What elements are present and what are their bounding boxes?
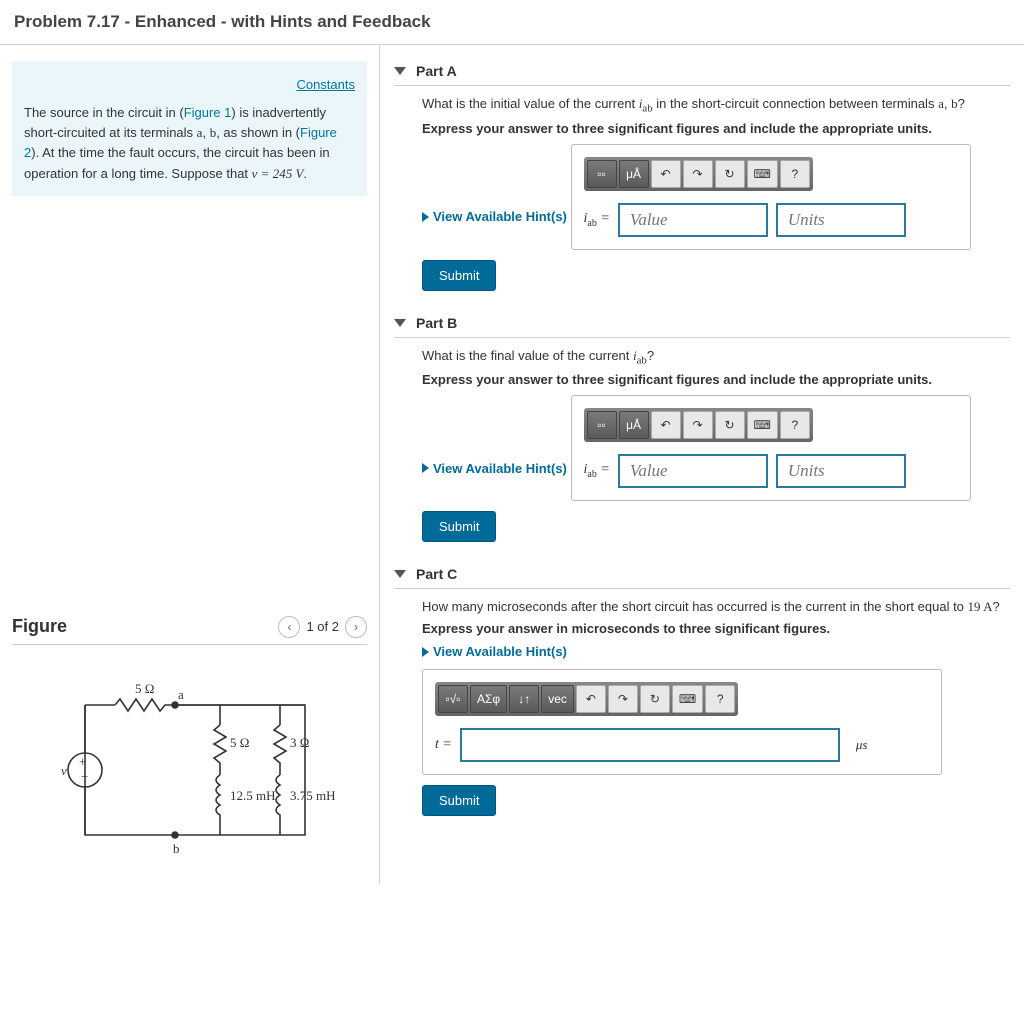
part-c: Part C How many microseconds after the s… bbox=[394, 560, 1010, 816]
part-b-toolbar: ▫▫ μÅ ↶ ↷ ↻ ⌨ ? bbox=[584, 408, 813, 442]
part-b: Part B What is the final value of the cu… bbox=[394, 309, 1010, 543]
part-b-hints-link[interactable]: View Available Hint(s) bbox=[422, 461, 567, 476]
caret-right-icon bbox=[422, 212, 429, 222]
part-c-value-input[interactable] bbox=[460, 728, 840, 762]
next-figure-btn[interactable]: › bbox=[345, 616, 367, 638]
part-a-instruction: Express your answer to three significant… bbox=[422, 121, 1010, 136]
svg-text:5 Ω: 5 Ω bbox=[230, 735, 249, 750]
svg-text:12.5 mH: 12.5 mH bbox=[230, 788, 276, 803]
undo-icon[interactable]: ↶ bbox=[576, 685, 606, 713]
reset-icon[interactable]: ↻ bbox=[715, 411, 745, 439]
undo-icon[interactable]: ↶ bbox=[651, 160, 681, 188]
problem-text: The source in the circuit in (Figure 1) … bbox=[24, 105, 337, 180]
part-b-units-input[interactable] bbox=[776, 454, 906, 488]
templates-icon[interactable]: ▫√▫ bbox=[438, 685, 468, 713]
svg-text:a: a bbox=[178, 687, 184, 702]
part-c-instruction: Express your answer in microseconds to t… bbox=[422, 621, 1010, 636]
part-a-hints-link[interactable]: View Available Hint(s) bbox=[422, 209, 567, 224]
part-a: Part A What is the initial value of the … bbox=[394, 57, 1010, 291]
prev-figure-btn[interactable]: ‹ bbox=[278, 616, 300, 638]
right-column: Part A What is the initial value of the … bbox=[380, 45, 1024, 884]
part-a-toolbar: ▫▫ μÅ ↶ ↷ ↻ ⌨ ? bbox=[584, 157, 813, 191]
svg-text:v: v bbox=[61, 763, 67, 778]
templates-icon[interactable]: ▫▫ bbox=[587, 411, 617, 439]
part-b-submit-button[interactable]: Submit bbox=[422, 511, 496, 542]
subscript-btn[interactable]: ↓↑ bbox=[509, 685, 539, 713]
part-c-answer-box: ▫√▫ ΑΣφ ↓↑ vec ↶ ↷ ↻ ⌨ ? t = μs bbox=[422, 669, 942, 775]
part-a-header[interactable]: Part A bbox=[394, 57, 1010, 86]
caret-down-icon bbox=[394, 67, 406, 75]
pager-label: 1 of 2 bbox=[306, 619, 339, 634]
templates-icon[interactable]: ▫▫ bbox=[587, 160, 617, 188]
part-c-hints-link[interactable]: View Available Hint(s) bbox=[422, 644, 567, 659]
svg-text:−: − bbox=[81, 769, 88, 784]
units-btn[interactable]: μÅ bbox=[619, 411, 649, 439]
part-c-submit-button[interactable]: Submit bbox=[422, 785, 496, 816]
part-c-toolbar: ▫√▫ ΑΣφ ↓↑ vec ↶ ↷ ↻ ⌨ ? bbox=[435, 682, 738, 716]
svg-text:5 Ω: 5 Ω bbox=[135, 681, 154, 696]
reset-icon[interactable]: ↻ bbox=[715, 160, 745, 188]
part-c-unit-suffix: μs bbox=[856, 737, 868, 753]
figure1-link[interactable]: Figure 1 bbox=[184, 105, 232, 120]
part-a-value-input[interactable] bbox=[618, 203, 768, 237]
main-container: Constants The source in the circuit in (… bbox=[0, 45, 1024, 884]
svg-text:3 Ω: 3 Ω bbox=[290, 735, 309, 750]
circuit-figure: 5 Ω a 5 Ω 3 Ω 12.5 mH 3.75 mH v + − b bbox=[12, 675, 367, 868]
redo-icon[interactable]: ↷ bbox=[683, 411, 713, 439]
part-c-label: Part C bbox=[416, 566, 457, 582]
figure-title: Figure bbox=[12, 616, 67, 637]
part-b-answer-box: ▫▫ μÅ ↶ ↷ ↻ ⌨ ? iab = bbox=[571, 395, 971, 501]
part-b-value-input[interactable] bbox=[618, 454, 768, 488]
left-column: Constants The source in the circuit in (… bbox=[0, 45, 380, 884]
keyboard-icon[interactable]: ⌨ bbox=[672, 685, 703, 713]
caret-right-icon bbox=[422, 463, 429, 473]
part-a-units-input[interactable] bbox=[776, 203, 906, 237]
help-icon[interactable]: ? bbox=[780, 160, 810, 188]
keyboard-icon[interactable]: ⌨ bbox=[747, 411, 778, 439]
undo-icon[interactable]: ↶ bbox=[651, 411, 681, 439]
svg-text:b: b bbox=[173, 841, 180, 856]
problem-statement-box: Constants The source in the circuit in (… bbox=[12, 61, 367, 196]
greek-btn[interactable]: ΑΣφ bbox=[470, 685, 507, 713]
caret-down-icon bbox=[394, 319, 406, 327]
part-a-answer-box: ▫▫ μÅ ↶ ↷ ↻ ⌨ ? iab = bbox=[571, 144, 971, 250]
part-c-var-label: t = bbox=[435, 737, 452, 753]
constants-link[interactable]: Constants bbox=[24, 75, 355, 95]
caret-down-icon bbox=[394, 570, 406, 578]
units-btn[interactable]: μÅ bbox=[619, 160, 649, 188]
figure-header: Figure ‹ 1 of 2 › bbox=[12, 616, 367, 645]
help-icon[interactable]: ? bbox=[780, 411, 810, 439]
keyboard-icon[interactable]: ⌨ bbox=[747, 160, 778, 188]
svg-text:3.75 mH: 3.75 mH bbox=[290, 788, 335, 803]
svg-text:+: + bbox=[79, 754, 86, 769]
vector-btn[interactable]: vec bbox=[541, 685, 574, 713]
part-b-var-label: iab = bbox=[584, 462, 610, 480]
part-a-label: Part A bbox=[416, 63, 457, 79]
help-icon[interactable]: ? bbox=[705, 685, 735, 713]
part-c-header[interactable]: Part C bbox=[394, 560, 1010, 589]
part-b-question: What is the final value of the current i… bbox=[422, 348, 1010, 367]
part-b-instruction: Express your answer to three significant… bbox=[422, 372, 1010, 387]
part-a-submit-button[interactable]: Submit bbox=[422, 260, 496, 291]
part-a-question: What is the initial value of the current… bbox=[422, 96, 1010, 115]
caret-right-icon bbox=[422, 647, 429, 657]
figure-pager: ‹ 1 of 2 › bbox=[278, 616, 367, 638]
redo-icon[interactable]: ↷ bbox=[608, 685, 638, 713]
part-b-label: Part B bbox=[416, 315, 457, 331]
redo-icon[interactable]: ↷ bbox=[683, 160, 713, 188]
part-b-header[interactable]: Part B bbox=[394, 309, 1010, 338]
part-a-var-label: iab = bbox=[584, 211, 610, 229]
page-title: Problem 7.17 - Enhanced - with Hints and… bbox=[0, 0, 1024, 45]
reset-icon[interactable]: ↻ bbox=[640, 685, 670, 713]
part-c-question: How many microseconds after the short ci… bbox=[422, 599, 1010, 615]
